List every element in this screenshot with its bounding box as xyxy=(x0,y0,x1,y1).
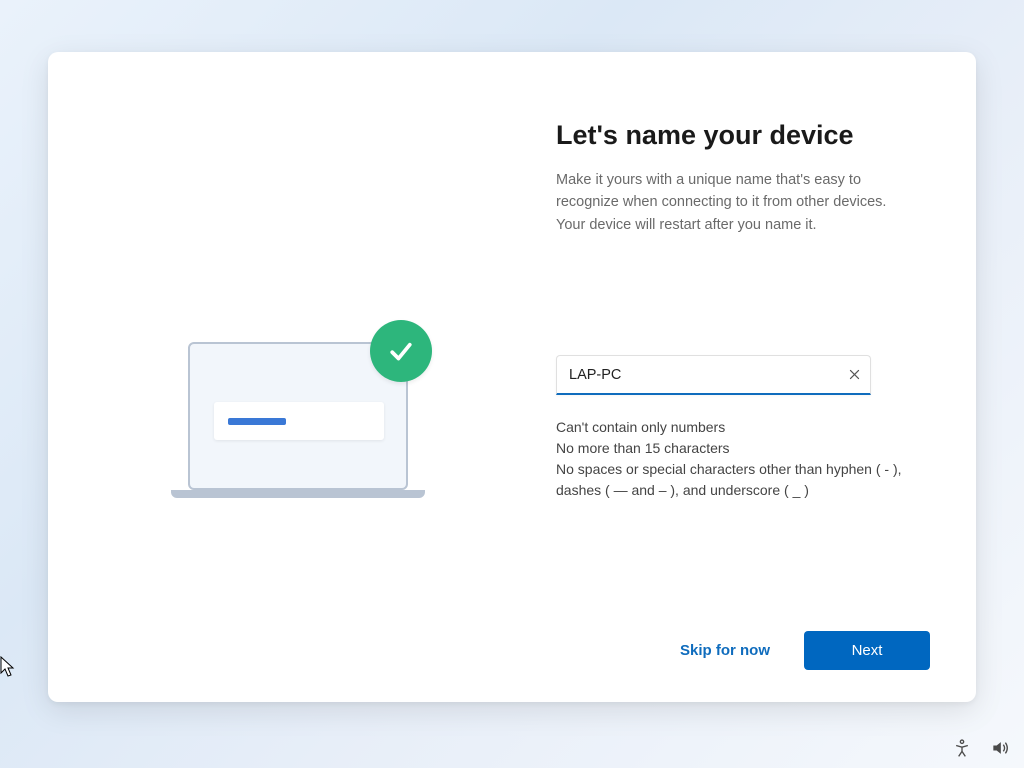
rule-line-2: No more than 15 characters xyxy=(556,438,936,459)
name-bar xyxy=(214,402,384,440)
mouse-cursor-icon xyxy=(0,656,16,678)
name-rules: Can't contain only numbers No more than … xyxy=(556,417,936,501)
content-pane: Let's name your device Make it yours wit… xyxy=(548,52,976,702)
accessibility-icon[interactable] xyxy=(952,738,972,758)
page-title: Let's name your device xyxy=(556,120,930,151)
illustration-pane xyxy=(48,52,548,702)
page-subtitle: Make it yours with a unique name that's … xyxy=(556,169,916,236)
taskbar-icons xyxy=(952,738,1010,758)
laptop-illustration xyxy=(178,302,468,512)
volume-icon[interactable] xyxy=(990,738,1010,758)
check-badge-icon xyxy=(370,320,432,382)
name-bar-fill xyxy=(228,418,286,425)
device-name-input[interactable] xyxy=(557,359,838,391)
clear-input-button[interactable] xyxy=(838,359,870,391)
button-row: Skip for now Next xyxy=(674,631,930,670)
close-icon xyxy=(848,368,861,381)
skip-button[interactable]: Skip for now xyxy=(674,632,776,669)
laptop-base xyxy=(171,490,425,498)
rule-line-3: No spaces or special characters other th… xyxy=(556,459,936,501)
device-name-wrap xyxy=(556,355,871,395)
setup-card: Let's name your device Make it yours wit… xyxy=(48,52,976,702)
next-button[interactable]: Next xyxy=(804,631,930,670)
rule-line-1: Can't contain only numbers xyxy=(556,417,936,438)
